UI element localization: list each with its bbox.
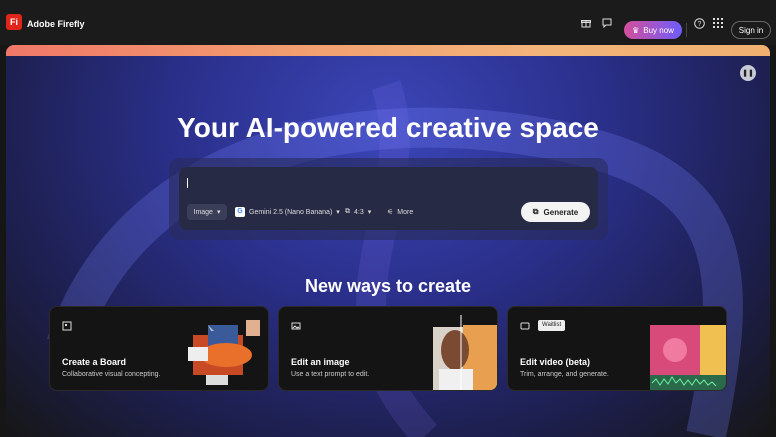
aspect-ratio-select[interactable]: ⧉ 4:3 ▾ <box>345 204 371 220</box>
card-desc: Trim, arrange, and generate. <box>520 371 609 378</box>
board-icon <box>62 321 72 331</box>
buy-now-button[interactable]: ♛ Buy now <box>624 21 682 39</box>
video-icon <box>520 322 530 330</box>
sliders-icon: ⚟ <box>387 209 394 216</box>
firefly-logo[interactable]: Fi <box>6 14 22 30</box>
card-desc: Use a text prompt to edit. <box>291 371 370 378</box>
chevron-down-icon: ▾ <box>216 209 221 216</box>
edit-image-card[interactable]: Edit an image Use a text prompt to edit. <box>278 306 498 391</box>
video-artwork <box>650 325 726 390</box>
board-artwork <box>188 320 260 385</box>
aspect-ratio-icon: ⧉ <box>345 208 350 215</box>
chevron-down-icon: ▾ <box>336 209 340 216</box>
portrait-artwork <box>433 315 497 390</box>
apps-grid-icon[interactable] <box>711 16 725 30</box>
type-select[interactable]: Image ▾ <box>187 204 227 220</box>
card-title: Edit video (beta) <box>520 357 591 367</box>
edit-video-card[interactable]: Waitlist Edit video (beta) Trim, arrange… <box>507 306 727 391</box>
image-icon <box>291 322 301 330</box>
pause-icon: ❚❚ <box>742 70 754 77</box>
buy-now-label: Buy now <box>643 25 674 35</box>
pause-button[interactable]: ❚❚ <box>740 65 756 81</box>
google-icon: G <box>235 207 245 217</box>
divider <box>686 23 687 37</box>
waitlist-badge: Waitlist <box>538 320 566 331</box>
sign-in-button[interactable]: Sign in <box>731 21 771 39</box>
feedback-icon[interactable] <box>600 16 614 30</box>
card-desc: Collaborative visual concepting. <box>62 371 161 378</box>
more-settings[interactable]: ⚟ More <box>387 204 413 220</box>
text-cursor <box>187 178 188 188</box>
more-label: More <box>397 208 414 216</box>
generate-button[interactable]: ⧉ Generate <box>521 202 590 222</box>
section-title: New ways to create <box>304 276 472 296</box>
top-bar: Fi Adobe Firefly ♛ Buy now ? Sign in <box>0 0 776 45</box>
chevron-down-icon: ▾ <box>367 209 372 216</box>
card-title: Edit an image <box>291 357 350 367</box>
brand-name[interactable]: Adobe Firefly <box>27 19 85 29</box>
create-board-card[interactable]: Create a Board Collaborative visual conc… <box>49 306 269 391</box>
gift-icon[interactable] <box>579 16 593 30</box>
generate-icon: ⧉ <box>532 207 539 216</box>
svg-text:?: ? <box>697 21 701 28</box>
card-title: Create a Board <box>62 357 127 367</box>
aspect-ratio-label: 4:3 <box>354 208 364 216</box>
help-icon[interactable]: ? <box>692 16 706 30</box>
hero-title: Your AI-powered creative space <box>177 112 599 143</box>
crown-icon: ♛ <box>632 25 640 35</box>
type-select-label: Image <box>193 208 213 216</box>
model-label: Gemini 2.5 (Nano Banana) <box>249 208 333 216</box>
model-select[interactable]: G Gemini 2.5 (Nano Banana) ▾ <box>235 204 340 220</box>
generate-label: Generate <box>543 207 579 217</box>
